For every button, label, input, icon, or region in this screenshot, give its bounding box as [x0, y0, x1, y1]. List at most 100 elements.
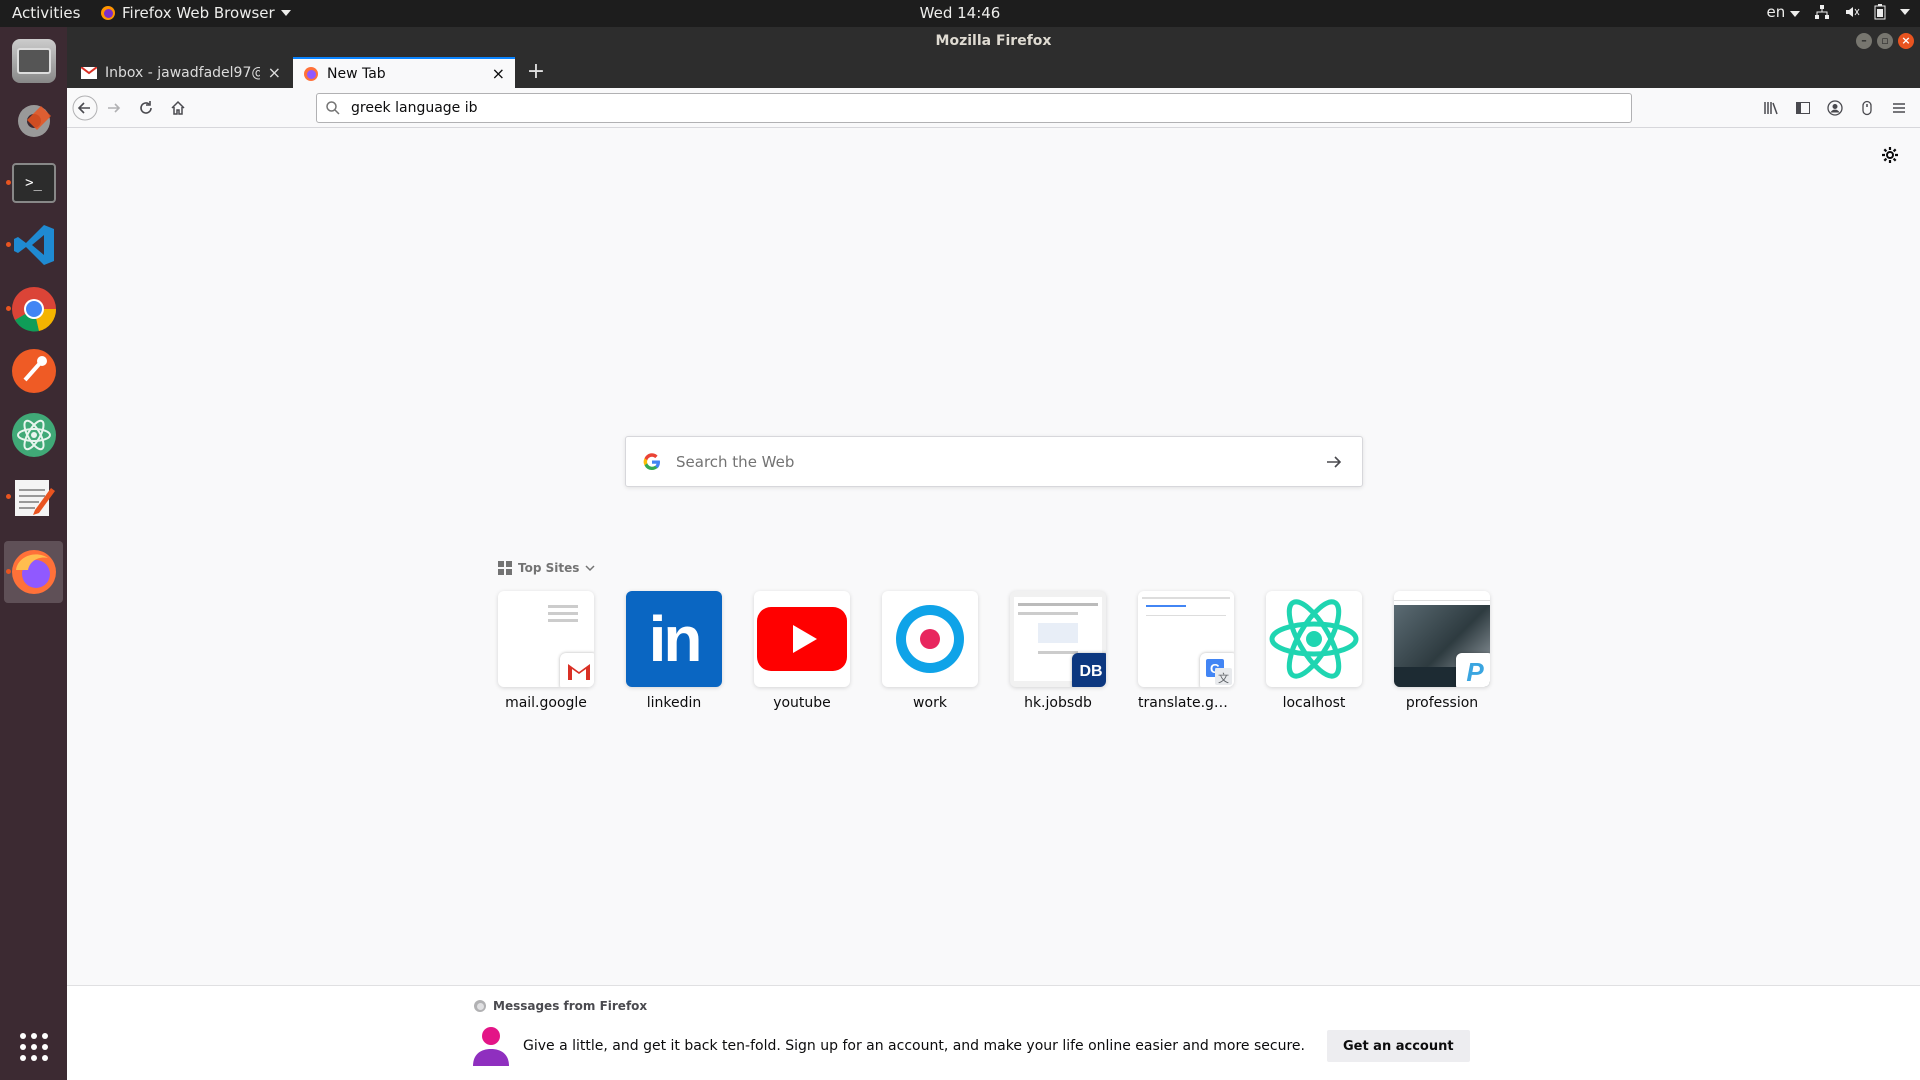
messages-title: Messages from Firefox — [493, 999, 648, 1013]
language-indicator[interactable]: en — [1766, 3, 1800, 21]
react-logo-icon — [1266, 591, 1362, 687]
dock-postman[interactable] — [4, 343, 63, 399]
firefox-icon — [101, 6, 115, 20]
new-tab-page: Top Sites mail.google in linkedin — [67, 129, 1920, 985]
nav-bar — [67, 88, 1920, 128]
atom-icon — [11, 413, 56, 457]
tab-label: New Tab — [327, 65, 386, 82]
top-site-tile[interactable]: localhost — [1266, 591, 1362, 711]
youtube-logo-icon — [754, 591, 850, 687]
clock[interactable]: Wed 14:46 — [920, 4, 1001, 22]
new-tab-button[interactable]: + — [523, 59, 549, 85]
running-indicator — [6, 242, 11, 247]
dock-vscode[interactable] — [4, 217, 63, 273]
forward-arrow-icon — [108, 103, 121, 113]
hamburger-menu-icon — [1893, 103, 1905, 113]
chevron-down-icon — [585, 565, 595, 572]
chevron-down-icon — [1790, 11, 1800, 17]
show-applications-button[interactable] — [4, 1019, 63, 1075]
site-name: linkedin — [646, 695, 702, 711]
gmail-icon — [560, 653, 594, 687]
top-site-tile[interactable]: mail.google — [498, 591, 594, 711]
messages-bar: Messages from Firefox Give a little, and… — [67, 985, 1920, 1080]
google-translate-icon: G文 — [1200, 653, 1234, 687]
site-name: mail.google — [505, 695, 587, 711]
sidebar-icon — [1796, 102, 1810, 114]
url-input[interactable] — [351, 100, 1611, 116]
site-name: youtube — [773, 695, 831, 711]
battery-icon — [1874, 4, 1886, 20]
files-icon — [11, 39, 56, 83]
grid-icon — [498, 561, 512, 575]
dock-atom[interactable] — [4, 407, 63, 463]
extension-button[interactable] — [1854, 94, 1880, 122]
customize-button[interactable] — [1880, 145, 1900, 165]
window-title: Mozilla Firefox — [935, 33, 1052, 49]
window-titlebar[interactable]: Mozilla Firefox – ▫ × — [67, 27, 1920, 55]
vscode-icon — [13, 225, 54, 265]
top-sites-header[interactable]: Top Sites — [498, 561, 595, 575]
back-button[interactable] — [71, 94, 99, 122]
firefox-icon — [11, 550, 56, 594]
tab-new-tab[interactable]: New Tab × — [293, 57, 515, 88]
home-button[interactable] — [164, 94, 192, 122]
gnome-top-bar: Activities Firefox Web Browser Wed 14:46… — [0, 0, 1920, 27]
tab-strip: Inbox - jawadfadel97@gmail.com × New Tab… — [67, 55, 1920, 88]
language-label: en — [1766, 3, 1786, 21]
top-site-tile[interactable]: youtube — [754, 591, 850, 711]
arrow-right-icon[interactable] — [1324, 452, 1344, 472]
site-thumbnail — [498, 591, 594, 687]
tab-inbox[interactable]: Inbox - jawadfadel97@gmail.com × — [71, 57, 291, 88]
home-icon — [171, 100, 185, 115]
app-menu[interactable]: Firefox Web Browser — [100, 4, 291, 22]
menu-button[interactable] — [1886, 94, 1912, 122]
system-tray[interactable]: en — [1766, 3, 1910, 21]
dock-firefox[interactable] — [4, 541, 63, 603]
firefox-icon — [304, 66, 318, 81]
sidebar-button[interactable] — [1790, 94, 1816, 122]
site-name: localhost — [1282, 695, 1346, 711]
svg-text:文: 文 — [1218, 671, 1229, 685]
web-search-input[interactable] — [676, 452, 1324, 471]
settings-icon — [17, 105, 51, 137]
linkedin-logo-icon: in — [626, 591, 722, 687]
site-thumbnail: G文 — [1138, 591, 1234, 687]
dock-files[interactable] — [4, 33, 63, 89]
close-tab-icon[interactable]: × — [268, 63, 281, 82]
activities-button[interactable]: Activities — [12, 4, 80, 22]
reload-button[interactable] — [132, 94, 160, 122]
top-site-tile[interactable]: P profession — [1394, 591, 1490, 711]
volume-icon — [1846, 7, 1860, 17]
site-name: translate.go... — [1138, 695, 1234, 711]
top-site-tile[interactable]: G文 translate.go... — [1138, 591, 1234, 711]
user-avatar-icon — [473, 1027, 509, 1066]
running-indicator — [6, 494, 11, 499]
library-button[interactable] — [1758, 94, 1784, 122]
url-bar[interactable] — [316, 93, 1632, 123]
account-button[interactable] — [1822, 94, 1848, 122]
message-snippet: Give a little, and get it back ten-fold.… — [473, 1026, 1470, 1066]
dock-terminal[interactable]: >_ — [4, 155, 63, 211]
top-site-tile[interactable]: in linkedin — [626, 591, 722, 711]
maximize-button[interactable]: ▫ — [1877, 33, 1893, 49]
close-tab-icon[interactable]: × — [492, 64, 505, 83]
system-menu-caret-icon — [1900, 9, 1910, 15]
minimize-button[interactable]: – — [1856, 33, 1872, 49]
forward-button[interactable] — [100, 94, 128, 122]
top-site-tile[interactable]: work — [882, 591, 978, 711]
chrome-icon — [11, 287, 56, 332]
top-site-tile[interactable]: DB hk.jobsdb — [1010, 591, 1106, 711]
toolbar-right — [1758, 94, 1912, 122]
dock-chrome[interactable] — [4, 281, 63, 337]
dock-settings[interactable] — [4, 93, 63, 149]
running-indicator — [6, 569, 11, 574]
site-name: hk.jobsdb — [1024, 695, 1092, 711]
running-indicator — [6, 306, 11, 311]
gear-icon — [1882, 147, 1898, 163]
get-account-button[interactable]: Get an account — [1326, 1030, 1470, 1062]
close-window-button[interactable]: × — [1898, 33, 1914, 49]
terminal-icon: >_ — [11, 163, 56, 203]
web-search-box[interactable] — [625, 436, 1363, 487]
mouse-icon — [1862, 100, 1872, 116]
dock-text-editor[interactable] — [4, 469, 63, 525]
